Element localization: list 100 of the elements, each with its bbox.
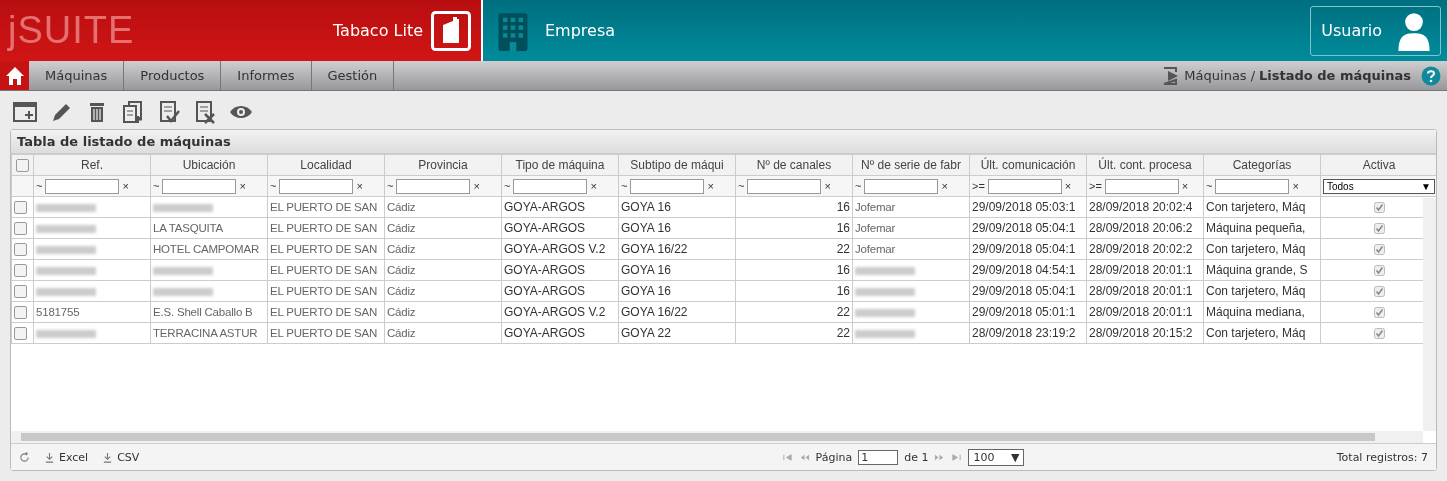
table-cell: 16	[735, 259, 853, 281]
column-header[interactable]: Activa	[1320, 154, 1436, 176]
clear-filter-button[interactable]: ×	[707, 180, 714, 192]
table-cell: 22	[735, 238, 853, 260]
clear-filter-button[interactable]: ×	[1292, 180, 1299, 192]
export-button[interactable]: Excel	[44, 450, 89, 464]
row-checkbox[interactable]	[14, 201, 27, 215]
filter-field[interactable]	[747, 178, 822, 194]
row-checkbox[interactable]	[14, 264, 27, 278]
clear-filter-button[interactable]: ×	[122, 180, 129, 192]
column-header[interactable]: Tipo de máquina	[501, 154, 619, 176]
row-checkbox[interactable]	[14, 327, 27, 341]
menu-tab[interactable]: Gestión	[311, 61, 395, 90]
table-cell: Jofemar	[852, 217, 970, 239]
select-all-checkbox[interactable]	[16, 159, 29, 173]
filter-operator: ~	[855, 180, 862, 192]
export-button[interactable]: CSV	[102, 450, 140, 464]
clear-filter-button[interactable]: ×	[1181, 180, 1189, 192]
new-window-icon[interactable]	[12, 100, 38, 124]
table-cell: 28/09/2018 23:19:2	[969, 322, 1087, 344]
download-icon	[102, 451, 114, 463]
table-cell: 28/09/2018 20:15:2	[1086, 322, 1204, 344]
clear-filter-button[interactable]: ×	[356, 180, 363, 192]
column-header[interactable]: Ref.	[33, 154, 151, 176]
redacted-bar	[36, 329, 96, 338]
table-cell: Máquina pequeña,	[1203, 217, 1321, 239]
refresh-icon[interactable]	[19, 451, 30, 463]
column-header[interactable]: Provincia	[384, 154, 502, 176]
filter-field[interactable]	[1104, 178, 1179, 194]
clear-filter-button[interactable]: ×	[590, 180, 597, 192]
filter-field[interactable]	[279, 178, 354, 194]
clear-filter-button[interactable]: ×	[824, 180, 831, 192]
filter-field[interactable]	[45, 178, 120, 194]
column-header[interactable]: Nº de serie de fabr	[852, 154, 970, 176]
table-cell: Cádiz	[384, 217, 502, 239]
page-count: de 1	[904, 450, 929, 464]
table-cell: GOYA-ARGOS	[501, 280, 619, 302]
filter-operator: ~	[1206, 180, 1213, 192]
table-cell: E.S. Shell Caballo B	[150, 301, 268, 323]
menu-tab[interactable]: Máquinas	[29, 61, 125, 90]
filter-operator: ~	[504, 180, 511, 192]
clear-filter-button[interactable]: ×	[473, 180, 480, 192]
table-cell: 29/09/2018 05:04:1	[969, 238, 1087, 260]
page-label: Página	[815, 450, 853, 464]
filter-select[interactable]: Todos ▼	[1323, 178, 1435, 194]
page-size-select[interactable]: 100 ▼	[968, 448, 1025, 466]
clear-filter-button[interactable]: ×	[239, 180, 246, 192]
clear-filter-button[interactable]: ×	[941, 180, 948, 192]
table-cell: 28/09/2018 20:01:1	[1086, 280, 1204, 302]
home-button[interactable]	[0, 61, 29, 90]
table-cell: Jofemar	[852, 196, 970, 218]
column-header[interactable]: Últ. comunicación	[969, 154, 1087, 176]
table-cell: Cádiz	[384, 301, 502, 323]
filter-field[interactable]	[864, 178, 939, 194]
filter-operator: ~	[387, 180, 394, 192]
last-page-icon[interactable]	[951, 451, 963, 463]
table-cell: Con tarjetero, Máq	[1203, 196, 1321, 218]
clear-filter-button[interactable]: ×	[1064, 180, 1072, 192]
table-cell: GOYA 16	[618, 259, 736, 281]
filter-field[interactable]	[396, 178, 471, 194]
page-field[interactable]: 1	[858, 449, 899, 465]
filter-operator: ~	[738, 180, 745, 192]
filter-field[interactable]	[162, 178, 237, 194]
row-checkbox[interactable]	[14, 285, 27, 299]
table-cell: EL PUERTO DE SAN	[267, 217, 385, 239]
menu-tab[interactable]: Productos	[124, 61, 222, 90]
column-header[interactable]: Últ. cont. procesa	[1086, 154, 1204, 176]
table-cell: Máquina mediana,	[1203, 301, 1321, 323]
column-header[interactable]: Ubicación	[150, 154, 268, 176]
row-checkbox[interactable]	[14, 222, 27, 236]
home-icon	[4, 65, 25, 86]
table-cell: Cádiz	[384, 322, 502, 344]
row-checkbox[interactable]	[14, 243, 27, 257]
horizontal-scrollbar[interactable]	[11, 431, 1423, 443]
app-logo: jSUITE	[8, 9, 135, 52]
column-header[interactable]: Nº de canales	[735, 154, 853, 176]
filter-field[interactable]	[1215, 178, 1290, 194]
redacted-bar	[36, 224, 96, 233]
panel-title: Tabla de listado de máquinas	[11, 130, 1436, 154]
filter-field[interactable]	[630, 178, 705, 194]
menu-tab[interactable]: Informes	[221, 61, 312, 90]
table-cell: GOYA 16	[618, 280, 736, 302]
table-cell: Cádiz	[384, 196, 502, 218]
vertical-scrollbar[interactable]	[1423, 198, 1436, 431]
column-header[interactable]: Localidad	[267, 154, 385, 176]
row-checkbox[interactable]	[14, 306, 27, 320]
column-header[interactable]: Subtipo de máqui	[618, 154, 736, 176]
table-cell: LA TASQUITA	[150, 217, 268, 239]
redacted-bar	[36, 245, 96, 254]
help-icon[interactable]	[1421, 65, 1441, 86]
redacted-bar	[855, 308, 915, 317]
column-header[interactable]: Categorías	[1203, 154, 1321, 176]
filter-field[interactable]	[513, 178, 588, 194]
user-button[interactable]: Usuario	[1310, 5, 1441, 56]
first-page-icon[interactable]	[781, 451, 793, 463]
filter-field[interactable]	[987, 178, 1062, 194]
breadcrumb-current: Listado de máquinas	[1259, 68, 1411, 83]
table-cell: 16	[735, 217, 853, 239]
breadcrumb-link[interactable]: Máquinas	[1184, 68, 1247, 83]
table-cell: GOYA-ARGOS	[501, 259, 619, 281]
